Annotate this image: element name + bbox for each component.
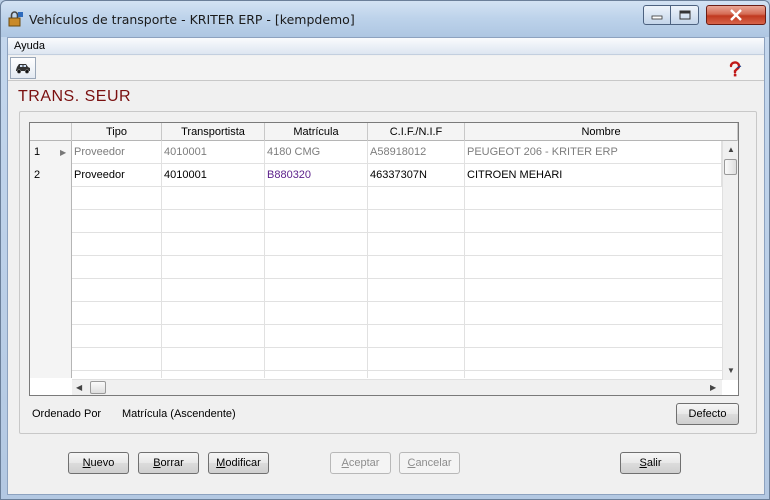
modificar-button[interactable]: Modificar [208,452,269,474]
column-header-tipo[interactable]: Tipo [72,123,162,141]
cell-transportista: 4010001 [162,164,265,187]
empty-row[interactable] [72,256,722,279]
client-area: Ayuda TRANS. SEUR Tipo Transportista Mat… [7,37,765,495]
aceptar-button[interactable]: Aceptar [330,452,391,474]
cell-nombre: CITROEN MEHARI [465,164,722,187]
cell-cif: A58918012 [368,141,465,164]
title-bar[interactable]: Vehículos de transporte - KRITER ERP - [… [1,1,769,37]
column-header-cif[interactable]: C.I.F./N.I.F [368,123,465,141]
car-icon [16,64,30,74]
vehicle-toolbar-button[interactable] [10,57,36,79]
menu-bar: Ayuda [8,38,764,55]
vertical-scrollbar[interactable]: ▲ ▼ [722,141,738,380]
current-row-pointer-icon: ▶ [60,148,67,157]
cell-nombre: PEUGEOT 206 - KRITER ERP [465,141,722,164]
row-number: 1 ▶ [30,141,72,164]
maximize-icon [679,10,690,20]
cell-matricula: B880320 [265,164,368,187]
minimize-icon [651,15,663,20]
row-number [30,187,72,210]
scroll-down-arrow-icon[interactable]: ▼ [727,367,735,375]
empty-row[interactable] [72,279,722,302]
column-header-matricula[interactable]: Matrícula [265,123,368,141]
cell-transportista: 4010001 [162,141,265,164]
cell-tipo: Proveedor [72,164,162,187]
scroll-up-arrow-icon[interactable]: ▲ [727,146,735,154]
app-window: Vehículos de transporte - KRITER ERP - [… [0,0,770,500]
help-icon[interactable] [726,60,744,78]
sort-value: Matrícula (Ascendente) [122,408,236,420]
table-row[interactable]: 2 Proveedor 4010001 B880320 46337307N CI… [30,164,722,187]
horizontal-scrollbar[interactable]: ◀ ▶ [72,379,722,395]
empty-row[interactable] [72,210,722,233]
cell-matricula: 4180 CMG [265,141,368,164]
form-title: TRANS. SEUR [18,88,132,105]
scroll-left-arrow-icon[interactable]: ◀ [76,384,82,392]
sort-label: Ordenado Por [32,408,102,420]
grid-frame: Tipo Transportista Matrícula C.I.F./N.I.… [19,111,757,434]
minimize-button[interactable] [643,5,671,25]
vertical-scroll-thumb[interactable] [724,159,737,175]
scroll-right-arrow-icon[interactable]: ▶ [710,384,716,392]
vehicles-grid[interactable]: Tipo Transportista Matrícula C.I.F./N.I.… [29,122,739,396]
row-number: 2 [30,164,72,187]
cell-tipo: Proveedor [72,141,162,164]
cancelar-button[interactable]: Cancelar [399,452,460,474]
row-header-corner [30,123,72,141]
nuevo-button[interactable]: Nuevo [68,452,129,474]
table-row[interactable]: 1 ▶ Proveedor 4010001 4180 CMG A58918012… [30,141,722,164]
salir-button[interactable]: Salir [620,452,681,474]
cell-cif: 46337307N [368,164,465,187]
column-header-transportista[interactable]: Transportista [162,123,265,141]
lock-app-icon [8,11,23,27]
empty-row[interactable] [72,233,722,256]
empty-row[interactable] [72,348,722,371]
empty-row[interactable] [72,325,722,348]
close-button[interactable] [706,5,766,25]
empty-row[interactable] [72,302,722,325]
defecto-button[interactable]: Defecto [676,403,739,425]
toolbar [8,56,764,81]
horizontal-scroll-thumb[interactable] [90,381,106,394]
grid-header: Tipo Transportista Matrícula C.I.F./N.I.… [30,123,738,141]
maximize-button[interactable] [671,5,699,25]
column-header-nombre[interactable]: Nombre [465,123,738,141]
menu-item-ayuda[interactable]: Ayuda [14,40,45,52]
window-title: Vehículos de transporte - KRITER ERP - [… [29,12,355,27]
borrar-button[interactable]: Borrar [138,452,199,474]
close-icon [730,9,742,21]
empty-row[interactable] [30,187,722,210]
